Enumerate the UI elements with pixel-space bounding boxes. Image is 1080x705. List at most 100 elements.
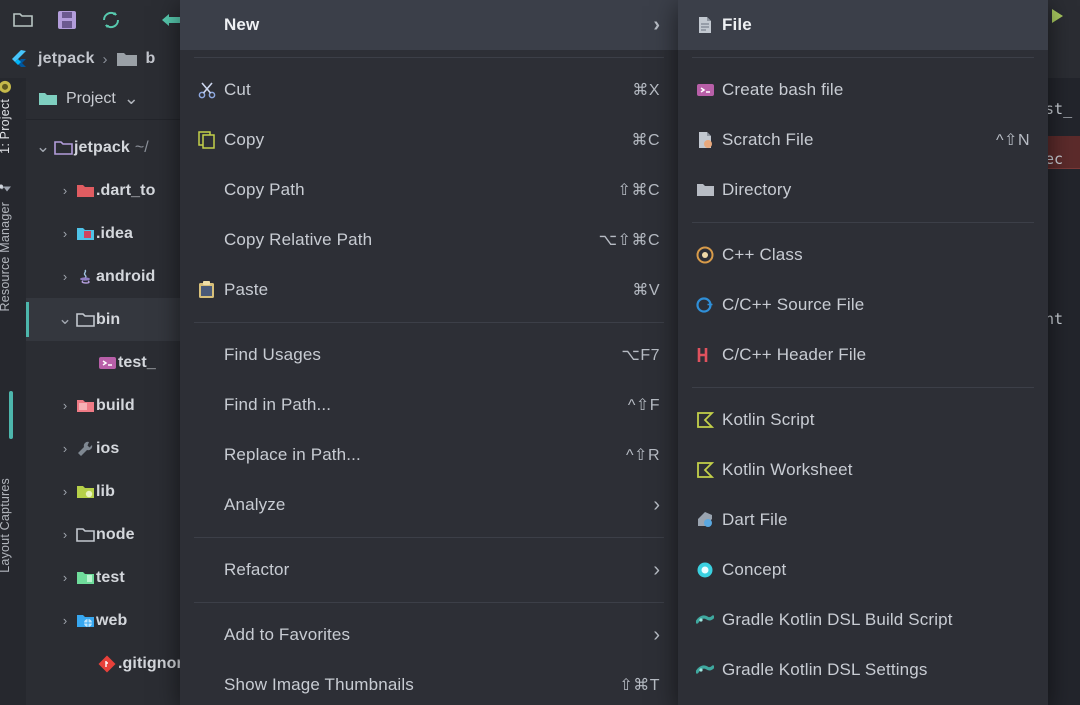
menu-item-analyze[interactable]: Analyze › xyxy=(180,480,678,530)
menu-item-label: Add to Favorites xyxy=(224,625,351,644)
sidebar-item-project[interactable]: 1: Project xyxy=(0,80,12,154)
menu-item-add-to-favorites[interactable]: Add to Favorites › xyxy=(180,610,678,660)
menu-item-new[interactable]: New › xyxy=(180,0,678,50)
menu-item-replace-in-path[interactable]: Replace in Path... ^⇧R xyxy=(180,430,678,480)
menu-item-copy-relative-path[interactable]: Copy Relative Path ⌥⇧⌘C xyxy=(180,215,678,265)
scratch-file-icon xyxy=(696,131,722,149)
tree-node-idea[interactable]: › .idea xyxy=(26,212,190,255)
sidebar-item-layout-captures[interactable]: Layout Captures xyxy=(0,478,12,573)
chevron-right-icon[interactable]: › xyxy=(56,613,74,628)
chevron-right-icon[interactable]: › xyxy=(56,441,74,456)
menu-item-label: Directory xyxy=(722,180,792,199)
folder-icon xyxy=(38,91,58,107)
context-menu: New › Cut ⌘X Copy ⌘C Copy Path ⇧⌘C Copy Relative… xyxy=(180,0,679,705)
menu-item-label: Concept xyxy=(722,560,787,579)
menu-item-label: Find Usages xyxy=(224,345,322,364)
tree-node-label: .dart_to xyxy=(96,181,156,199)
breadcrumb-child[interactable]: b xyxy=(146,50,156,68)
menu-separator xyxy=(692,387,1034,388)
folder-lime-icon xyxy=(74,483,96,501)
menu-item-label: Copy Relative Path xyxy=(224,230,373,249)
menu-item-file[interactable]: File xyxy=(678,0,1048,50)
menu-item-c-c++-header-file[interactable]: C/C++ Header File xyxy=(678,330,1048,380)
menu-item-shortcut: ⌥⇧⌘C xyxy=(598,232,660,249)
menu-item-paste[interactable]: Paste ⌘V xyxy=(180,265,678,315)
menu-item-label: Scratch File xyxy=(722,130,814,149)
menu-item-label: Kotlin Worksheet xyxy=(722,460,853,479)
tree-node-bin[interactable]: ⌄ bin xyxy=(26,298,190,341)
chevron-right-icon[interactable]: › xyxy=(56,226,74,241)
tree-node-gitignor[interactable]: .gitignor xyxy=(26,642,190,685)
menu-item-concept[interactable]: Concept xyxy=(678,545,1048,595)
cpp-class-icon xyxy=(696,246,722,264)
menu-item-create-bash-file[interactable]: Create bash file xyxy=(678,65,1048,115)
tree-node-label: web xyxy=(96,611,128,629)
copy-icon xyxy=(198,131,224,149)
run-arrow-icon[interactable] xyxy=(1052,9,1063,23)
menu-item-c++-class[interactable]: C++ Class xyxy=(678,230,1048,280)
tree-node-test[interactable]: › test xyxy=(26,556,190,599)
chevron-right-icon[interactable]: › xyxy=(56,484,74,499)
chevron-down-icon[interactable]: ⌄ xyxy=(34,139,52,155)
menu-item-label: Cut xyxy=(224,80,251,99)
menu-separator xyxy=(194,322,664,323)
menu-item-cut[interactable]: Cut ⌘X xyxy=(180,65,678,115)
tree-node-test[interactable]: test_ xyxy=(26,341,190,384)
menu-item-label: Dart File xyxy=(722,510,788,529)
menu-item-label: Show Image Thumbnails xyxy=(224,675,414,694)
menu-item-copy[interactable]: Copy ⌘C xyxy=(180,115,678,165)
resource-manager-icon xyxy=(0,183,12,197)
tree-node-dartto[interactable]: › .dart_to xyxy=(26,169,190,212)
chevron-right-icon[interactable]: › xyxy=(56,527,74,542)
menu-separator xyxy=(692,57,1034,58)
tree-node-node[interactable]: › node xyxy=(26,513,190,556)
tree-node-path: ~/ xyxy=(134,138,149,156)
tree-node-jetpack[interactable]: ⌄ jetpack ~/ xyxy=(26,126,190,169)
menu-item-find-in-path[interactable]: Find in Path... ^⇧F xyxy=(180,380,678,430)
chevron-right-icon[interactable]: › xyxy=(56,183,74,198)
chevron-right-icon[interactable]: › xyxy=(56,398,74,413)
menu-item-show-image-thumbnails[interactable]: Show Image Thumbnails ⇧⌘T xyxy=(180,660,678,705)
menu-item-copy-path[interactable]: Copy Path ⇧⌘C xyxy=(180,165,678,215)
menu-item-gradle-kotlin-dsl-build-script[interactable]: Gradle Kotlin DSL Build Script xyxy=(678,595,1048,645)
tree-node-label: test_ xyxy=(118,353,156,371)
menu-item-label: C/C++ Header File xyxy=(722,345,867,364)
breadcrumb-root[interactable]: jetpack xyxy=(38,50,95,68)
menu-item-scratch-file[interactable]: Scratch File ^⇧N xyxy=(678,115,1048,165)
menu-item-shortcut: ⌥F7 xyxy=(621,347,660,364)
kotlin-icon xyxy=(696,411,722,429)
folder-pink-icon xyxy=(74,397,96,415)
tree-node-label: node xyxy=(96,525,135,543)
kotlin-icon xyxy=(696,461,722,479)
folder-green-icon xyxy=(74,569,96,587)
menu-item-kotlin-script[interactable]: Kotlin Script xyxy=(678,395,1048,445)
sync-icon[interactable] xyxy=(94,5,128,35)
tree-node-web[interactable]: › web xyxy=(26,599,190,642)
tree-node-build[interactable]: › build xyxy=(26,384,190,427)
menu-item-kotlin-worksheet[interactable]: Kotlin Worksheet xyxy=(678,445,1048,495)
menu-item-directory[interactable]: Directory xyxy=(678,165,1048,215)
menu-item-label: File xyxy=(722,15,752,34)
tree-node-ios[interactable]: › ios xyxy=(26,427,190,470)
chevron-down-icon[interactable]: ⌄ xyxy=(56,311,74,327)
folder-icon xyxy=(74,311,96,329)
open-folder-icon[interactable] xyxy=(6,5,40,35)
save-all-icon[interactable] xyxy=(50,5,84,35)
active-tool-indicator xyxy=(9,391,13,439)
tree-node-lib[interactable]: › lib xyxy=(26,470,190,513)
menu-item-find-usages[interactable]: Find Usages ⌥F7 xyxy=(180,330,678,380)
bash-file-icon xyxy=(696,81,722,99)
menu-item-refactor[interactable]: Refactor › xyxy=(180,545,678,595)
menu-item-c-c++-source-file[interactable]: C/C++ Source File xyxy=(678,280,1048,330)
chevron-right-icon[interactable]: › xyxy=(56,570,74,585)
chevron-down-icon[interactable]: ⌄ xyxy=(124,89,139,107)
menu-item-label: Copy xyxy=(224,130,265,149)
menu-item-label: New xyxy=(224,15,260,34)
tree-node-label: jetpack xyxy=(74,138,130,156)
tree-node-android[interactable]: › android xyxy=(26,255,190,298)
chevron-right-icon[interactable]: › xyxy=(56,269,74,284)
menu-item-dart-file[interactable]: Dart File xyxy=(678,495,1048,545)
project-panel-header[interactable]: Project ⌄ xyxy=(26,78,190,120)
sidebar-item-resource-manager[interactable]: Resource Manager xyxy=(0,183,12,312)
menu-item-gradle-kotlin-dsl-settings[interactable]: Gradle Kotlin DSL Settings xyxy=(678,645,1048,695)
